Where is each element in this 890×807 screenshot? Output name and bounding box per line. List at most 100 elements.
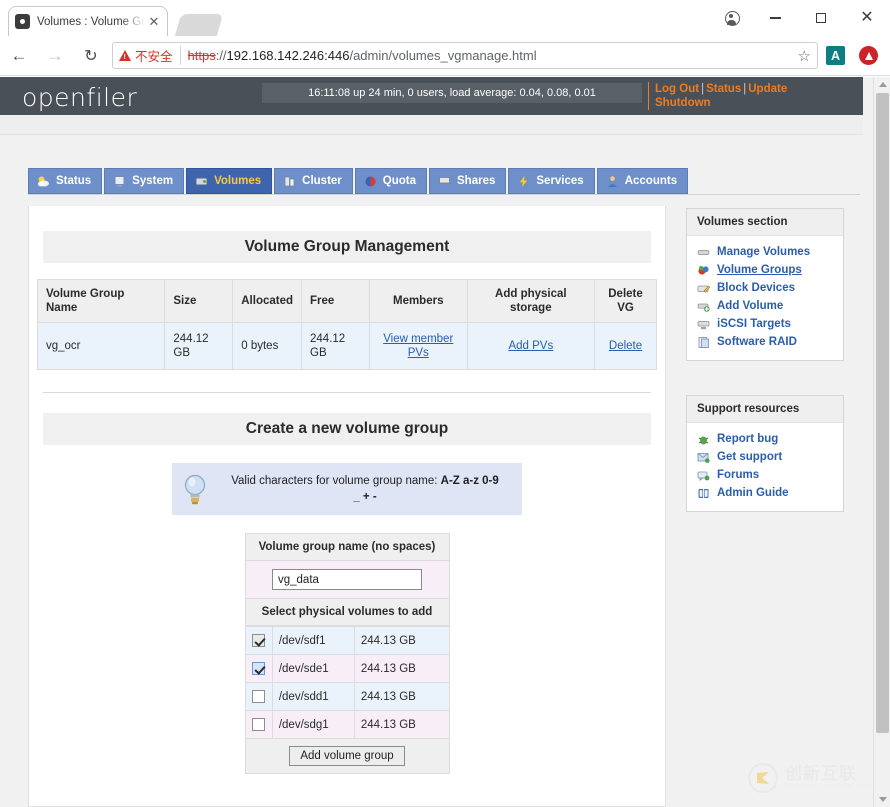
forward-button[interactable]: → — [38, 41, 72, 71]
pv-checkbox-cell[interactable] — [245, 711, 272, 739]
nav-tab-services[interactable]: Services — [508, 168, 594, 194]
sidebar-item-report-bug[interactable]: Report bug — [687, 430, 843, 448]
nav-tab-label: Status — [56, 175, 91, 187]
nav-tab-volumes[interactable]: Volumes — [186, 168, 272, 194]
col-free: Free — [302, 280, 370, 323]
url-separator: :// — [216, 48, 227, 63]
pv-device: /dev/sdg1 — [272, 711, 354, 739]
scroll-down-icon[interactable] — [874, 792, 890, 807]
extension-a-icon[interactable]: A — [826, 46, 845, 65]
list-item: /dev/sde1 244.13 GB — [245, 655, 449, 683]
pv-checkbox-cell[interactable] — [245, 655, 272, 683]
status-link[interactable]: Status — [706, 83, 741, 95]
scroll-up-icon[interactable] — [874, 77, 890, 92]
tab-close-icon[interactable]: ✕ — [147, 15, 161, 29]
watermark-logo: 创新互联 CHUANG XIN HU LIAN — [748, 763, 877, 793]
table-header-row: Volume Group Name Size Allocated Free Me… — [38, 280, 657, 323]
pv-checkbox-sdd1[interactable] — [252, 690, 265, 703]
update-link[interactable]: Update — [748, 83, 787, 95]
reload-button[interactable]: ↻ — [74, 41, 108, 71]
profile-icon[interactable] — [712, 2, 752, 34]
sidebar-item-forums[interactable]: Forums — [687, 466, 843, 484]
address-bar[interactable]: 不安全 https://192.168.142.246:446/admin/vo… — [112, 42, 818, 69]
add-volume-group-button[interactable]: Add volume group — [289, 746, 404, 766]
forums-icon — [697, 469, 710, 482]
add-pvs-link[interactable]: Add PVs — [508, 340, 553, 352]
cell-allocated: 0 bytes — [233, 323, 302, 370]
maximize-icon[interactable] — [798, 2, 844, 34]
delete-vg-link[interactable]: Delete — [609, 340, 642, 352]
nav-tab-label: Services — [536, 175, 583, 187]
vg-name-input[interactable] — [272, 569, 422, 590]
list-item: /dev/sdd1 244.13 GB — [245, 683, 449, 711]
sidebar-item-admin-guide[interactable]: Admin Guide — [687, 484, 843, 502]
shutdown-link[interactable]: Shutdown — [655, 97, 711, 109]
sidebar-item-manage-volumes[interactable]: Manage Volumes — [687, 243, 843, 261]
nav-tab-label: Shares — [457, 175, 495, 187]
pv-size: 244.13 GB — [354, 711, 449, 739]
volumes-section-box: Volumes section Manage Volumes Volume Gr… — [686, 208, 844, 361]
pv-size: 244.13 GB — [354, 655, 449, 683]
sidebar-item-label: Forums — [717, 469, 759, 481]
sidebar-item-iscsi-targets[interactable]: iSCSI Targets — [687, 315, 843, 333]
sidebar-item-software-raid[interactable]: Software RAID — [687, 333, 843, 351]
volumes-section-title: Volumes section — [687, 209, 843, 236]
cell-add-pvs: Add PVs — [467, 323, 594, 370]
page-scrollbar[interactable] — [873, 77, 890, 807]
uptime-status: 16:11:08 up 24 min, 0 users, load averag… — [262, 83, 642, 103]
back-button[interactable]: ← — [2, 41, 36, 71]
nav-tab-system[interactable]: System — [104, 168, 184, 194]
scrollbar-thumb[interactable] — [876, 93, 889, 733]
sidebar-item-block-devices[interactable]: Block Devices — [687, 279, 843, 297]
section-divider — [43, 392, 651, 393]
nav-tab-label: Accounts — [625, 175, 677, 187]
form-name-header-row: Volume group name (no spaces) — [245, 534, 449, 561]
nav-tab-quota[interactable]: Quota — [355, 168, 427, 194]
minimize-icon[interactable] — [752, 2, 798, 34]
nav-tab-label: Cluster — [302, 175, 342, 187]
sidebar-item-add-volume[interactable]: Add Volume — [687, 297, 843, 315]
pv-device: /dev/sdd1 — [272, 683, 354, 711]
admin-guide-icon — [697, 487, 710, 500]
browser-tab[interactable]: Volumes : Volume Grou ✕ — [8, 6, 168, 36]
extension-orange-icon[interactable] — [859, 46, 878, 65]
bookmark-star-icon[interactable]: ☆ — [792, 47, 811, 65]
nav-tab-shares[interactable]: Shares — [429, 168, 506, 194]
block-devices-icon — [697, 282, 710, 295]
new-tab-button[interactable] — [175, 14, 223, 36]
window-controls: ✕ — [712, 0, 890, 36]
pv-checkbox-sde1[interactable] — [252, 662, 265, 675]
url-text: https://192.168.142.246:446/admin/volume… — [188, 48, 792, 63]
tip-prefix: Valid characters for volume group name: — [231, 475, 440, 487]
col-allocated: Allocated — [233, 280, 302, 323]
view-member-pvs-link[interactable]: View member PVs — [383, 333, 453, 359]
pv-checkbox-cell[interactable] — [245, 683, 272, 711]
cell-size: 244.12 GB — [165, 323, 233, 370]
nav-tab-accounts[interactable]: Accounts — [597, 168, 688, 194]
nav-tab-cluster[interactable]: Cluster — [274, 168, 353, 194]
browser-titlebar: Volumes : Volume Grou ✕ ✕ — [0, 0, 890, 36]
sidebar-item-get-support[interactable]: Get support — [687, 448, 843, 466]
col-delete-vg: Delete VG — [595, 280, 657, 323]
watermark-pinyin-text: CHUANG XIN HU LIAN — [785, 783, 877, 791]
sidebar-item-volume-groups[interactable]: Volume Groups — [687, 261, 843, 279]
nav-tab-status[interactable]: Status — [28, 168, 102, 194]
accounts-user-icon — [606, 175, 619, 188]
list-item: /dev/sdg1 244.13 GB — [245, 711, 449, 739]
logout-link[interactable]: Log Out — [655, 83, 699, 95]
cell-delete: Delete — [595, 323, 657, 370]
close-icon[interactable]: ✕ — [844, 2, 890, 34]
software-raid-icon — [697, 336, 710, 349]
insecure-label: 不安全 — [135, 46, 173, 65]
support-resources-box: Support resources Report bug Get support… — [686, 395, 844, 512]
insecure-badge[interactable]: 不安全 — [119, 46, 181, 65]
report-bug-icon — [697, 433, 710, 446]
services-bolt-icon — [517, 175, 530, 188]
pv-checkbox-sdg1[interactable] — [252, 718, 265, 731]
col-vg-name: Volume Group Name — [38, 280, 165, 323]
header-action-links: Log Out|Status|UpdateShutdown — [648, 82, 858, 110]
pv-checkbox-cell[interactable] — [245, 627, 272, 655]
pv-size: 244.13 GB — [354, 627, 449, 655]
sidebar-item-label: Block Devices — [717, 282, 795, 294]
pv-checkbox-sdf1[interactable] — [252, 634, 265, 647]
